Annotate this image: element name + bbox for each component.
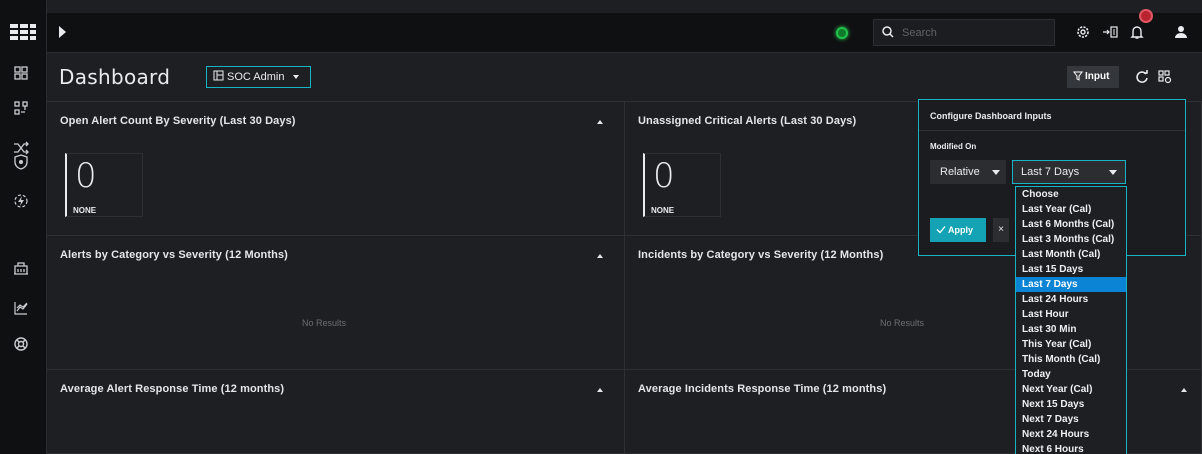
dropdown-option[interactable]: Today [1016, 367, 1126, 382]
dropdown-option[interactable]: Next 6 Hours [1016, 442, 1126, 454]
count-card: 0 NONE [643, 153, 721, 217]
chevron-down-icon [992, 170, 1000, 175]
widget-title: Incidents by Category vs Severity (12 Mo… [638, 249, 884, 261]
widget-alerts-by-category: Alerts by Category vs Severity (12 Month… [47, 236, 625, 370]
apply-label: Apply [948, 225, 974, 235]
notification-badge [1139, 9, 1153, 23]
app-window: Dashboard SOC Admin Input Open Alert Cou… [0, 0, 1202, 454]
search-icon [881, 25, 895, 39]
lightning-icon[interactable] [10, 190, 32, 212]
count-label: NONE [73, 206, 97, 215]
date-range-select[interactable]: Last 7 Days [1012, 160, 1126, 184]
collapse-icon[interactable] [1181, 388, 1187, 392]
search-input[interactable] [902, 24, 1052, 42]
edit-dashboard-icon[interactable] [1157, 69, 1173, 85]
count-value: 0 [75, 156, 97, 196]
workflow-icon[interactable] [10, 97, 32, 119]
role-label: SOC Admin [227, 71, 285, 83]
widget-title: Unassigned Critical Alerts (Last 30 Days… [638, 115, 857, 127]
dropdown-option[interactable]: Next 7 Days [1016, 412, 1126, 427]
widget-title: Average Incidents Response Time (12 mont… [638, 383, 887, 395]
dropdown-option[interactable]: Last 3 Months (Cal) [1016, 232, 1126, 247]
dropdown-option[interactable]: Last Year (Cal) [1016, 202, 1126, 217]
count-label: NONE [651, 206, 675, 215]
refresh-icon[interactable] [1134, 69, 1150, 85]
dropdown-option[interactable]: This Month (Cal) [1016, 352, 1126, 367]
dropdown-option[interactable]: Last 7 Days [1016, 277, 1126, 292]
layout-icon [213, 68, 224, 81]
no-results-text: No Results [302, 318, 347, 328]
widget-open-alert-count: Open Alert Count By Severity (Last 30 Da… [47, 102, 625, 236]
filter-icon [1073, 68, 1083, 90]
chart-icon[interactable] [10, 297, 32, 319]
collapse-icon[interactable] [597, 254, 603, 258]
dropdown-option[interactable]: Last 15 Days [1016, 262, 1126, 277]
user-icon[interactable] [1172, 23, 1190, 41]
search-box [873, 19, 1055, 46]
widget-title: Average Alert Response Time (12 months) [60, 383, 285, 395]
relative-value: Relative [940, 166, 980, 178]
dropdown-option[interactable]: Last 6 Months (Cal) [1016, 217, 1126, 232]
bell-icon[interactable] [1128, 23, 1146, 41]
divider [919, 130, 1185, 131]
widget-title: Open Alert Count By Severity (Last 30 Da… [60, 115, 296, 127]
input-label: Input [1085, 71, 1110, 82]
support-icon[interactable] [10, 333, 32, 355]
widget-title: Alerts by Category vs Severity (12 Month… [60, 249, 288, 261]
dropdown-option[interactable]: Next 15 Days [1016, 397, 1126, 412]
collapse-icon[interactable] [597, 388, 603, 392]
field-label: Modified On [930, 142, 977, 151]
page-title: Dashboard [59, 65, 171, 89]
count-value: 0 [653, 156, 675, 196]
dashboard-icon[interactable] [10, 62, 32, 84]
role-selector-button[interactable]: SOC Admin [206, 66, 311, 88]
widget-average-alert-response: Average Alert Response Time (12 months) [47, 370, 625, 454]
dropdown-option[interactable]: Last Month (Cal) [1016, 247, 1126, 262]
range-value: Last 7 Days [1021, 166, 1080, 178]
dropdown-option[interactable]: Next Year (Cal) [1016, 382, 1126, 397]
connection-status-icon [836, 27, 848, 39]
dashboard-header: Dashboard SOC Admin Input [47, 53, 1202, 102]
dropdown-option[interactable]: This Year (Cal) [1016, 337, 1126, 352]
no-results-text: No Results [880, 318, 925, 328]
chevron-down-icon [1109, 170, 1117, 175]
close-button[interactable]: × [993, 218, 1009, 242]
panel-title: Configure Dashboard Inputs [930, 111, 1052, 121]
panel-toggle-icon[interactable] [1101, 23, 1119, 41]
dropdown-option[interactable]: Last 24 Hours [1016, 292, 1126, 307]
apply-button[interactable]: Apply [930, 218, 986, 242]
dropdown-option[interactable]: Last 30 Min [1016, 322, 1126, 337]
count-card: 0 NONE [65, 153, 143, 217]
chevron-down-icon [292, 75, 299, 79]
dropdown-option[interactable]: Last Hour [1016, 307, 1126, 322]
collapse-icon[interactable] [597, 120, 603, 124]
sidebar [0, 0, 47, 454]
input-button[interactable]: Input [1067, 66, 1119, 88]
date-range-dropdown: Choose Last Year (Cal) Last 6 Months (Cal)… [1015, 186, 1127, 454]
dropdown-option[interactable]: Next 24 Hours [1016, 427, 1126, 442]
brand-logo-icon[interactable] [4, 18, 42, 46]
building-icon[interactable] [10, 257, 32, 279]
settings-icon[interactable] [1074, 23, 1092, 41]
top-bar [47, 9, 1202, 53]
check-icon [936, 219, 946, 243]
relative-select[interactable]: Relative [930, 160, 1006, 184]
shield-icon[interactable] [10, 151, 32, 173]
dropdown-option[interactable]: Choose [1016, 187, 1126, 202]
expand-menu-icon[interactable] [55, 23, 71, 41]
